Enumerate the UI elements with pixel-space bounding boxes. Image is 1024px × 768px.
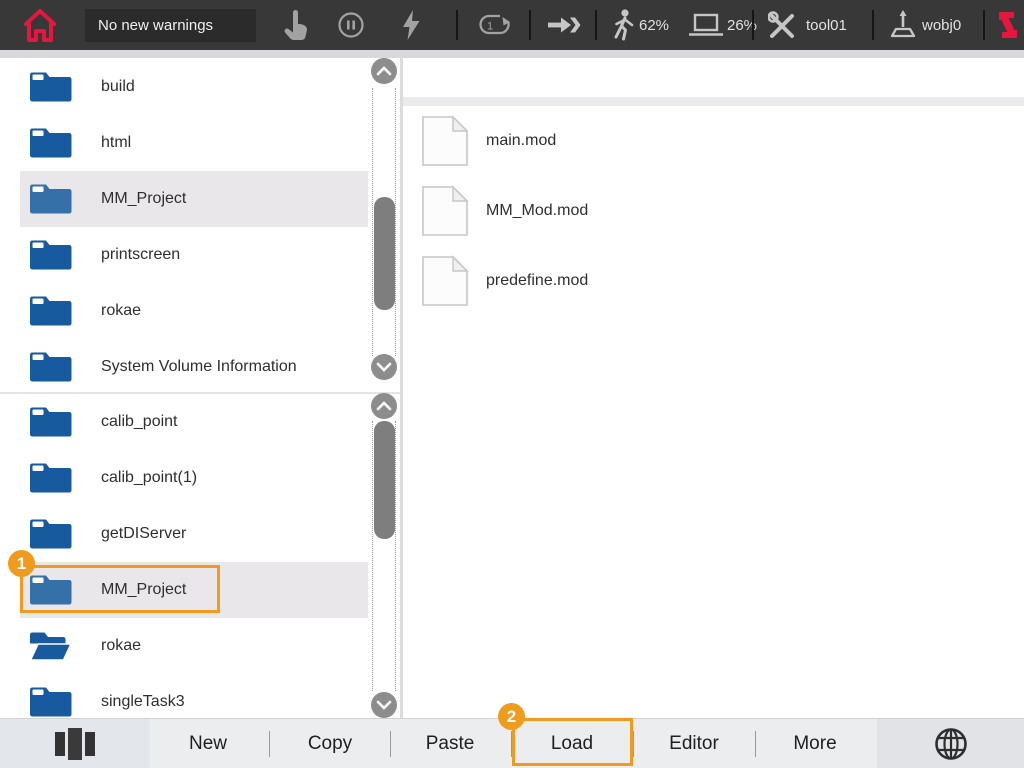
step-2-highlight-rect [512,718,633,766]
separator [269,731,270,757]
folder-name: html [101,134,131,152]
step-2-badge: 2 [498,703,525,730]
chevron-up-icon [376,66,392,76]
copy-button[interactable]: Copy [275,719,385,768]
folder-icon [28,123,74,163]
folder-icon [28,67,74,107]
wobj-joystick-icon[interactable] [888,10,918,40]
svg-text:1: 1 [487,21,493,33]
chevron-down-icon [376,700,392,710]
file-panel-header-strip [403,97,1024,106]
folder-name: calib_point [101,413,178,431]
tool-name: tool01 [806,17,847,34]
file-name: main.mod [486,132,556,150]
taskbar-grip-icon[interactable] [55,725,95,763]
chevron-down-icon [376,362,392,372]
scrollbar-thumb[interactable] [374,197,395,310]
tool-wrench-icon[interactable] [768,11,798,39]
folder-icon [28,291,74,331]
separator [755,731,756,757]
rokae-logo-icon [996,9,1020,41]
folder-name: getDIServer [101,525,186,543]
separator [529,10,531,40]
file-row-predefine-mod[interactable]: predefine.mod [420,255,588,307]
top-status-bar: No new warnings 1 [0,0,1024,50]
chevron-up-icon [376,401,392,411]
wobj-name: wobj0 [922,17,961,34]
folder-name: MM_Project [101,190,186,208]
more-button[interactable]: More [760,719,870,768]
speed-percentage: 62% [639,17,669,34]
home-icon[interactable] [18,4,62,46]
step-forward-icon [546,14,582,36]
separator [633,731,634,757]
file-icon [420,255,470,307]
folder-row-calib-point[interactable]: calib_point [20,394,368,450]
folder-row-rokae-drive[interactable]: rokae [20,283,368,339]
panel-divider [400,57,403,718]
folder-icon [28,402,74,442]
folder-icon [28,235,74,275]
scroll-up-button[interactable] [371,58,397,84]
step-1-badge: 1 [8,550,35,577]
folder-name: build [101,78,135,96]
folder-row-getdiserver[interactable]: getDIServer [20,506,368,562]
folder-row-calib-point-1[interactable]: calib_point(1) [20,450,368,506]
separator [595,10,597,40]
separator [752,10,754,40]
folder-row-printscreen[interactable]: printscreen [20,227,368,283]
editor-button[interactable]: Editor [639,719,749,768]
language-globe-icon[interactable] [934,727,968,761]
folder-row-rokae-open[interactable]: rokae [20,618,368,674]
pause-icon [338,12,364,38]
folder-icon [28,514,74,554]
new-button[interactable]: New [153,719,263,768]
step-1-highlight-rect [20,565,220,613]
screen: No new warnings 1 [0,0,1024,768]
folder-row-system-volume-information[interactable]: System Volume Information [20,339,368,395]
separator [456,10,458,40]
topbar-divider-strip [0,50,1024,58]
folder-open-icon [28,626,74,666]
power-lightning-icon [400,10,422,40]
folder-name: rokae [101,302,141,320]
warning-message-box[interactable]: No new warnings [85,9,256,42]
folder-icon [28,179,74,219]
scroll-down-button[interactable] [371,692,397,718]
folder-icon [28,682,74,722]
folder-name: calib_point(1) [101,469,197,487]
speed-person-icon[interactable] [611,9,635,41]
hand-guide-icon [282,10,310,40]
separator [872,10,874,40]
paste-button[interactable]: Paste [395,719,505,768]
file-name: predefine.mod [486,272,588,290]
folder-name: rokae [101,637,141,655]
folder-icon [28,458,74,498]
file-icon [420,115,470,167]
controller-load-icon[interactable] [688,13,724,39]
folder-row-html[interactable]: html [20,115,368,171]
file-name: MM_Mod.mod [486,202,588,220]
folder-name: singleTask3 [101,693,185,711]
folder-name: System Volume Information [101,358,297,376]
cycle-once-icon: 1 [479,13,511,37]
scroll-down-button[interactable] [371,354,397,380]
scrollbar-track[interactable] [372,421,396,691]
separator [390,731,391,757]
folder-row-build[interactable]: build [20,59,368,115]
file-icon [420,185,470,237]
file-row-main-mod[interactable]: main.mod [420,115,556,167]
folder-icon [28,347,74,387]
folder-name: printscreen [101,246,180,264]
folder-row-mm-project-drive[interactable]: MM_Project [20,171,368,227]
scroll-up-button[interactable] [371,393,397,419]
separator [983,10,985,40]
file-row-mm-mod-mod[interactable]: MM_Mod.mod [420,185,588,237]
